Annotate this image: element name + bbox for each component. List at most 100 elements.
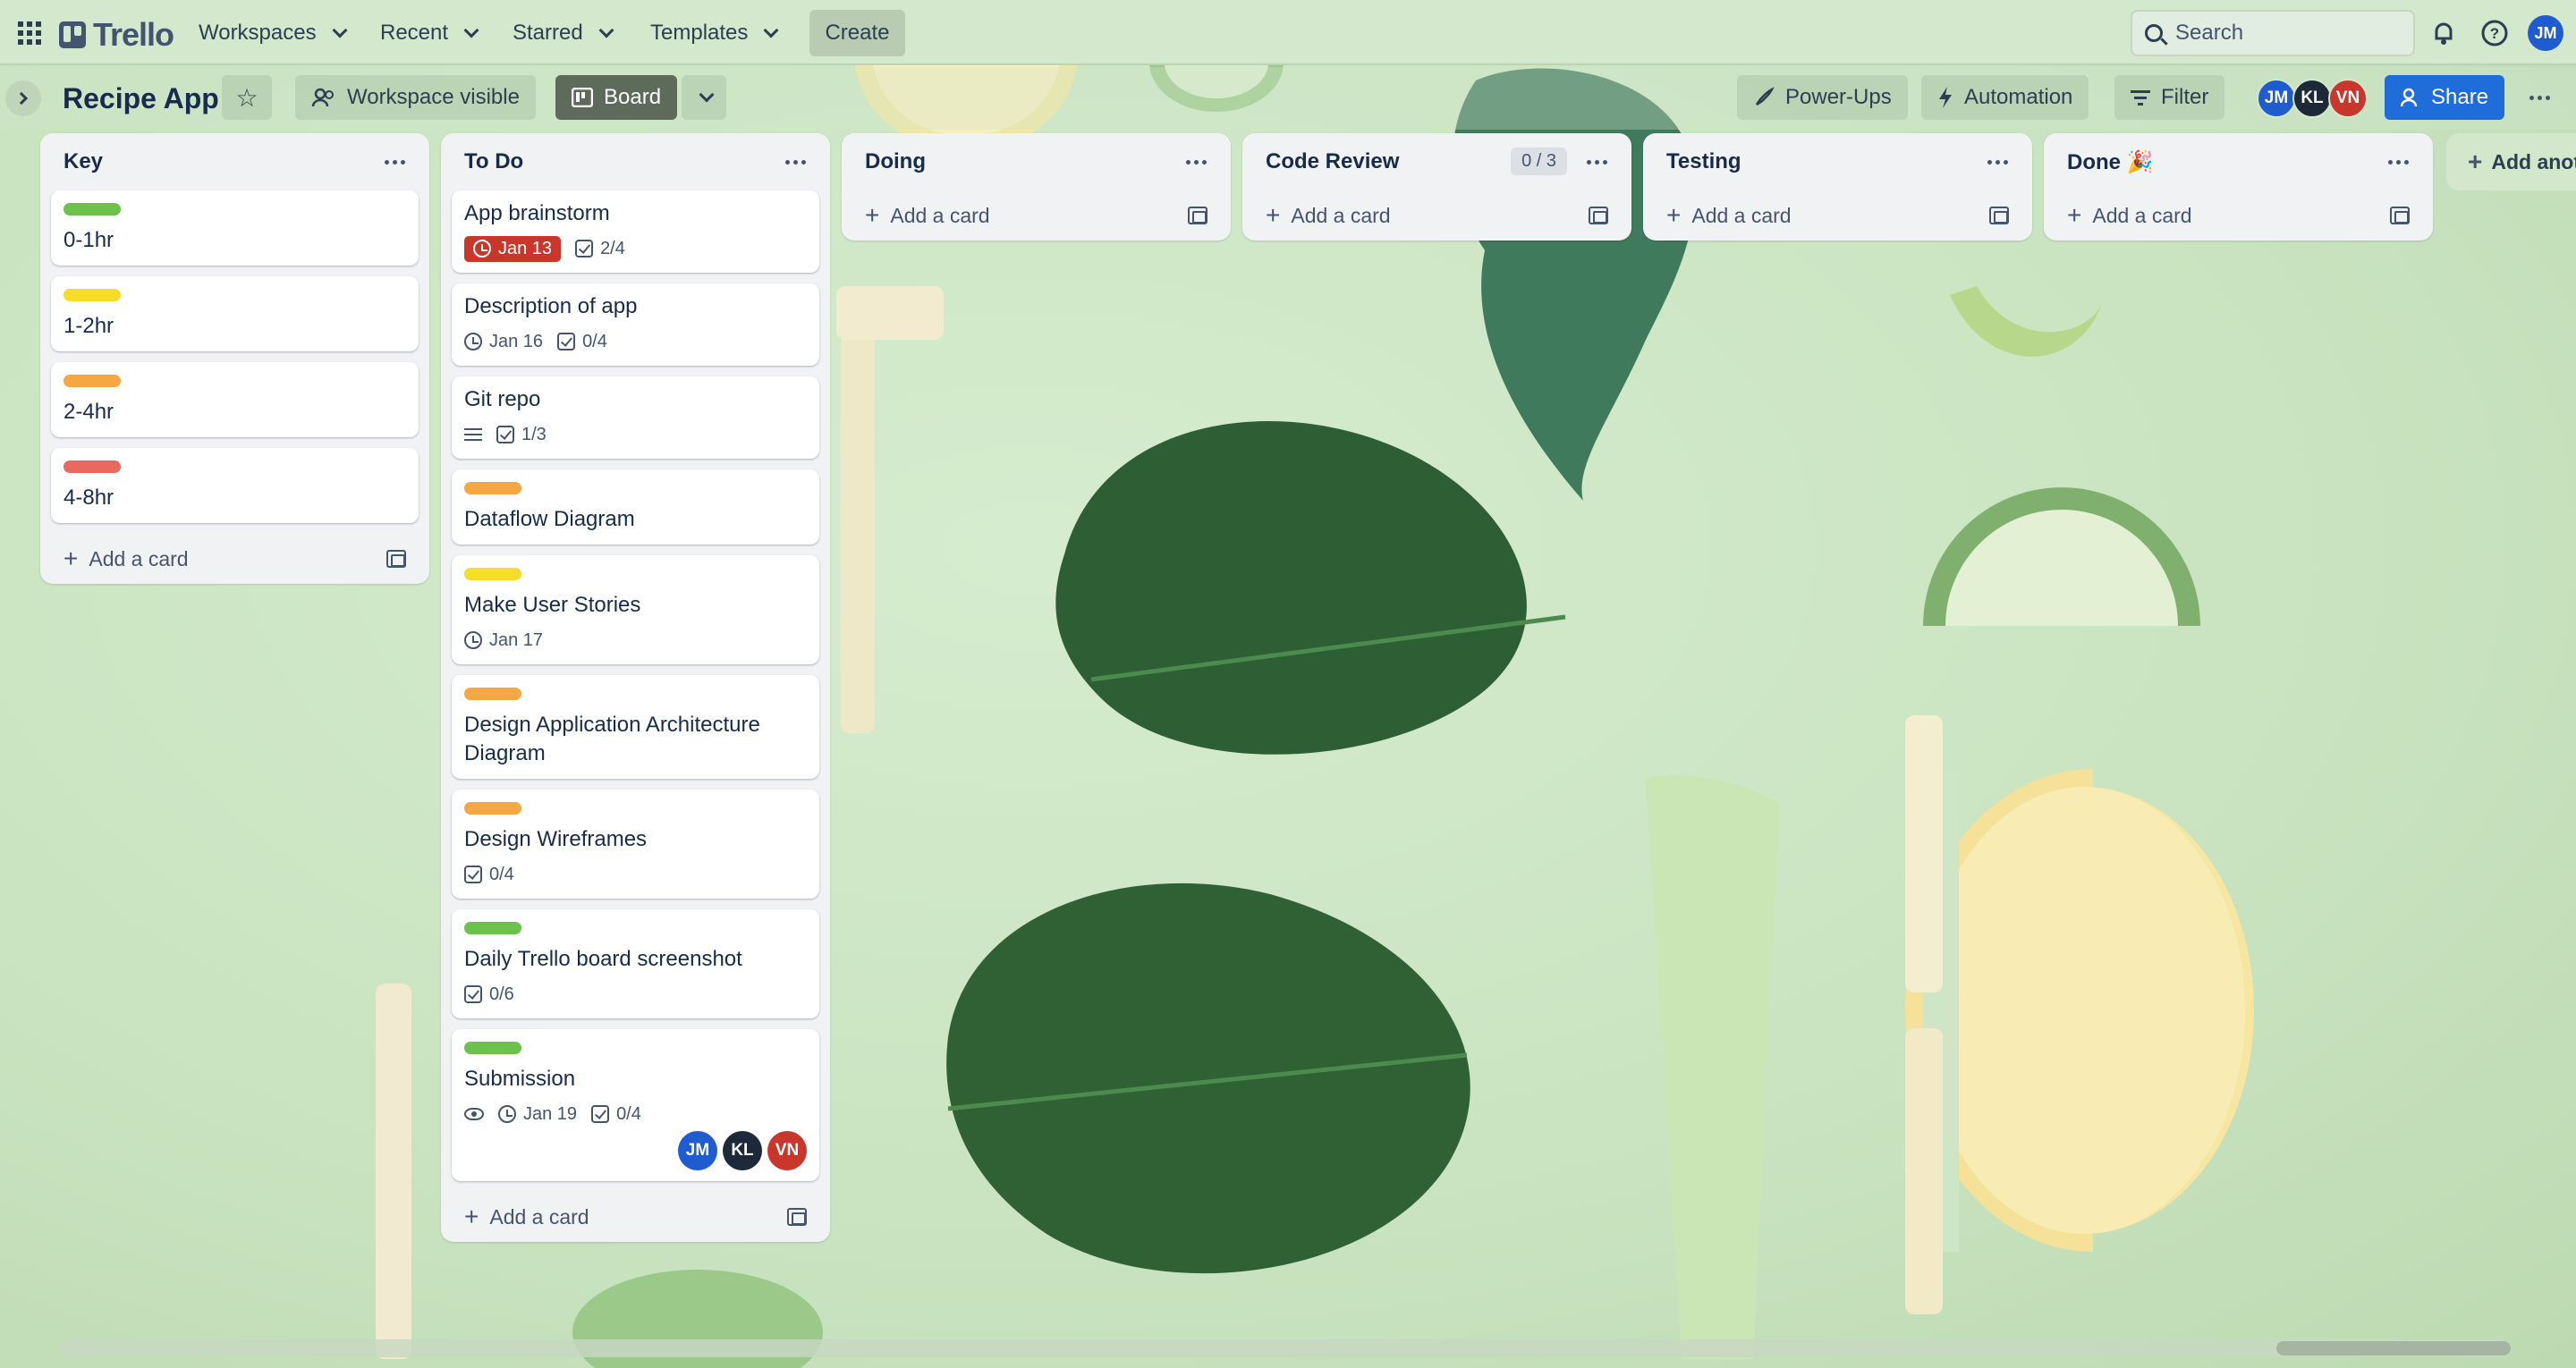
automation-button[interactable]: Automation bbox=[1921, 75, 2089, 120]
checklist-icon bbox=[575, 240, 594, 258]
card-badges: Jan 16 0/4 bbox=[464, 328, 807, 355]
user-avatar[interactable]: JM bbox=[2528, 15, 2563, 51]
board-scrollbar-track[interactable] bbox=[61, 1339, 2512, 1357]
trello-logo-text: Trello bbox=[93, 16, 174, 53]
search-icon bbox=[2145, 24, 2163, 42]
star-icon: ☆ bbox=[235, 83, 258, 112]
card-template-icon[interactable] bbox=[2390, 207, 2410, 224]
board-view-button[interactable]: Board bbox=[555, 75, 678, 120]
checklist-icon bbox=[496, 426, 514, 443]
add-card-label: Add a card bbox=[2092, 203, 2192, 227]
help-icon[interactable]: ? bbox=[2480, 19, 2509, 47]
label-bar bbox=[464, 802, 521, 815]
sidebar-expand-button[interactable] bbox=[5, 80, 41, 116]
watching-eye-icon bbox=[464, 1108, 484, 1120]
card-template-icon[interactable] bbox=[1589, 207, 1608, 224]
power-ups-button[interactable]: Power-Ups bbox=[1737, 75, 1908, 120]
search-input[interactable]: Search bbox=[2131, 10, 2415, 56]
due-date-badge[interactable]: Jan 17 bbox=[464, 630, 543, 651]
add-card-button[interactable]: + Add a card bbox=[2044, 190, 2433, 241]
list-menu-icon[interactable] bbox=[2388, 153, 2415, 171]
clock-icon bbox=[498, 1105, 516, 1123]
member-avatar[interactable]: KL bbox=[723, 1131, 762, 1170]
list-title: Code Review bbox=[1266, 149, 1400, 173]
due-date-badge[interactable]: Jan 16 bbox=[464, 332, 543, 352]
card[interactable]: Description of app Jan 16 0/4 bbox=[452, 283, 819, 366]
card-template-icon[interactable] bbox=[1188, 207, 1208, 224]
list-header[interactable]: Code Review 0 / 3 bbox=[1242, 133, 1631, 190]
list-code-review: Code Review 0 / 3 + Add a card bbox=[1242, 133, 1631, 241]
create-button[interactable]: Create bbox=[809, 10, 905, 56]
plus-icon: + bbox=[64, 545, 79, 572]
add-card-button[interactable]: + Add a card bbox=[842, 190, 1231, 241]
card[interactable]: 4-8hr bbox=[51, 448, 419, 523]
list-header[interactable]: Done 🎉 bbox=[2044, 133, 2433, 190]
trello-logo[interactable]: Trello bbox=[59, 16, 174, 54]
list-header[interactable]: Doing bbox=[842, 133, 1231, 190]
board-view-label: Board bbox=[604, 85, 662, 109]
visibility-button[interactable]: Workspace visible bbox=[295, 75, 536, 120]
list-menu-icon[interactable] bbox=[1186, 153, 1213, 171]
card-template-icon[interactable] bbox=[386, 550, 406, 568]
star-board-button[interactable]: ☆ bbox=[222, 75, 272, 120]
board-scrollbar-thumb[interactable] bbox=[2276, 1341, 2511, 1355]
card[interactable]: 2-4hr bbox=[51, 362, 419, 437]
add-list-button[interactable]: + Add another list bbox=[2446, 133, 2576, 190]
menu-recent[interactable]: Recent bbox=[369, 14, 487, 52]
list-menu-icon[interactable] bbox=[1987, 153, 2014, 171]
list-key: Key 0-1hr 1-2hr 2-4hr 4-8hr + Add a card bbox=[40, 133, 429, 584]
list-title: To Do bbox=[464, 149, 524, 173]
list-menu-icon[interactable] bbox=[385, 153, 411, 171]
list-menu-icon[interactable] bbox=[1587, 153, 1614, 171]
clock-icon bbox=[464, 631, 482, 649]
card-template-icon[interactable] bbox=[1989, 207, 2009, 224]
member-avatar[interactable]: VN bbox=[767, 1131, 807, 1170]
menu-templates[interactable]: Templates bbox=[640, 14, 787, 52]
checklist-icon bbox=[591, 1105, 610, 1123]
menu-starred[interactable]: Starred bbox=[502, 14, 623, 52]
board-menu-button[interactable] bbox=[2521, 75, 2565, 120]
add-card-button[interactable]: + Add a card bbox=[40, 534, 429, 584]
add-card-button[interactable]: + Add a card bbox=[1643, 190, 2032, 241]
card[interactable]: Submission Jan 19 0/4 JM KL VN bbox=[452, 1029, 819, 1181]
chevron-down-icon bbox=[598, 22, 614, 38]
card[interactable]: Git repo 1/3 bbox=[452, 376, 819, 459]
card-title: Dataflow Diagram bbox=[464, 507, 635, 531]
list-header[interactable]: Key bbox=[40, 133, 429, 190]
card[interactable]: Design Wireframes 0/4 bbox=[452, 790, 819, 899]
list-title: Testing bbox=[1666, 149, 1741, 173]
member-avatar[interactable]: JM bbox=[678, 1131, 717, 1170]
power-ups-label: Power-Ups bbox=[1785, 85, 1892, 109]
board-title[interactable]: Recipe App bbox=[63, 82, 219, 115]
list-menu-icon[interactable] bbox=[785, 153, 812, 171]
member-avatar[interactable]: VN bbox=[2328, 79, 2368, 118]
card[interactable]: Design Application Architecture Diagram bbox=[452, 675, 819, 779]
card-template-icon[interactable] bbox=[787, 1208, 807, 1226]
member-avatar[interactable]: JM bbox=[2257, 79, 2296, 118]
notifications-bell-icon[interactable] bbox=[2429, 19, 2458, 47]
card[interactable]: 1-2hr bbox=[51, 276, 419, 351]
app-switcher-icon[interactable] bbox=[16, 20, 41, 45]
share-button[interactable]: Share bbox=[2385, 75, 2505, 120]
card[interactable]: App brainstorm Jan 13 2/4 bbox=[452, 190, 819, 273]
menu-workspaces[interactable]: Workspaces bbox=[188, 14, 356, 52]
due-date-badge[interactable]: Jan 13 bbox=[464, 235, 562, 262]
card[interactable]: Make User Stories Jan 17 bbox=[452, 555, 819, 664]
member-avatar[interactable]: KL bbox=[2292, 79, 2332, 118]
plus-icon: + bbox=[1266, 201, 1281, 229]
share-label: Share bbox=[2431, 85, 2489, 109]
filter-button[interactable]: Filter bbox=[2114, 75, 2225, 120]
card[interactable]: 0-1hr bbox=[51, 190, 419, 266]
due-date-badge[interactable]: Jan 19 bbox=[498, 1104, 577, 1125]
add-card-button[interactable]: + Add a card bbox=[441, 1192, 830, 1242]
view-switcher-button[interactable] bbox=[682, 75, 726, 120]
list-header[interactable]: To Do bbox=[441, 133, 830, 190]
checklist-badge: 0/6 bbox=[464, 984, 514, 1005]
card-badges: Jan 19 0/4 bbox=[464, 1101, 807, 1127]
card-badges: Jan 17 bbox=[464, 627, 807, 654]
card[interactable]: Daily Trello board screenshot 0/6 bbox=[452, 909, 819, 1018]
checklist-icon bbox=[557, 333, 576, 350]
list-header[interactable]: Testing bbox=[1643, 133, 2032, 190]
add-card-button[interactable]: + Add a card bbox=[1242, 190, 1631, 241]
card[interactable]: Dataflow Diagram bbox=[452, 469, 819, 545]
